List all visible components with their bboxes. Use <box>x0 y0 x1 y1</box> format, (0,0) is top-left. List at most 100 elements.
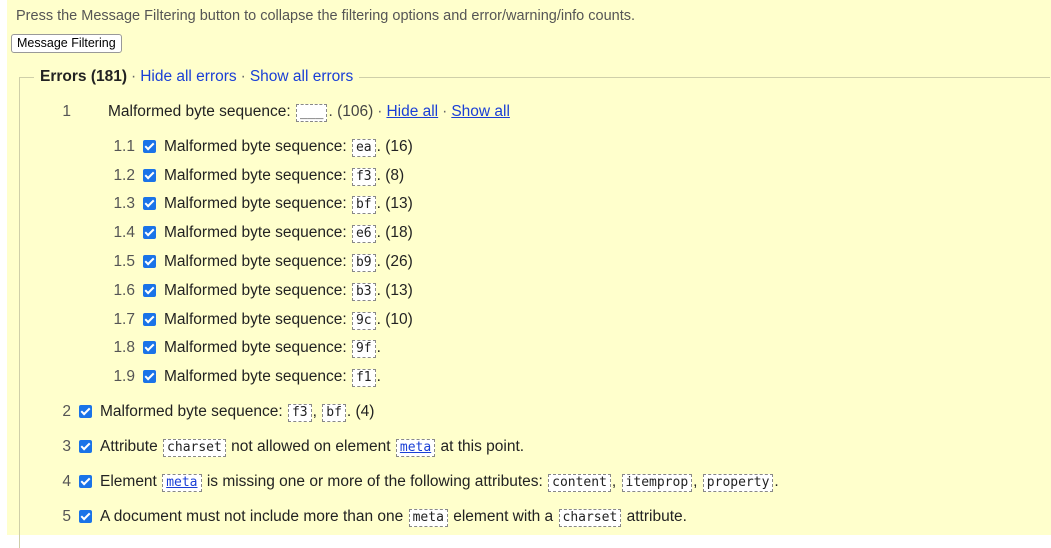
code-snippet: 9c <box>351 312 376 330</box>
code-snippet: ___ <box>295 104 328 122</box>
item-checkbox[interactable] <box>143 169 156 182</box>
comma: , <box>693 473 698 490</box>
item-number: 1.5 <box>113 253 135 270</box>
item-checkbox[interactable] <box>143 370 156 383</box>
code-snippet: 9f <box>351 340 376 358</box>
message-text: Malformed byte sequence: <box>164 339 347 356</box>
period: . <box>774 473 779 490</box>
error-subitem: 1.8 Malformed byte sequence: 9f. <box>0 337 381 359</box>
code-snippet: charset <box>558 509 622 527</box>
item-checkbox[interactable] <box>79 510 92 523</box>
item-checkbox[interactable] <box>143 140 156 153</box>
code-snippet: e6 <box>351 225 376 243</box>
message-count: . (106) <box>328 103 374 120</box>
item-checkbox[interactable] <box>143 313 156 326</box>
message-count: . (10) <box>376 311 413 328</box>
item-checkbox[interactable] <box>79 405 92 418</box>
error-item-3: 3 Attribute charset not allowed on elemen… <box>0 436 524 458</box>
code-snippet: charset <box>163 439 226 457</box>
message-count: . <box>376 339 381 356</box>
error-subitem: 1.6 Malformed byte sequence: b3. (13) <box>0 280 413 302</box>
item-checkbox[interactable] <box>143 255 156 268</box>
item-number: 2 <box>62 403 71 420</box>
item-number: 1.1 <box>113 138 135 155</box>
code-snippet: bf <box>322 404 346 422</box>
code-snippet: itemprop <box>621 474 693 492</box>
message-text: not allowed on element <box>231 438 391 455</box>
separator: · <box>131 68 137 85</box>
message-text: Malformed byte sequence: <box>164 224 347 241</box>
item-checkbox[interactable] <box>143 284 156 297</box>
message-text: Malformed byte sequence: <box>164 368 347 385</box>
element-link[interactable]: meta <box>395 439 436 457</box>
item-checkbox[interactable] <box>143 226 156 239</box>
message-text: Malformed byte sequence: <box>100 403 283 420</box>
show-all-errors-link[interactable]: Show all errors <box>250 68 353 85</box>
item-number: 1.7 <box>113 311 135 328</box>
message-text: is missing one or more of the following … <box>206 473 543 490</box>
item-number: 3 <box>62 438 71 455</box>
message-text: Malformed byte sequence: <box>164 253 347 270</box>
error-subitem: 1.7 Malformed byte sequence: 9c. (10) <box>0 309 413 331</box>
errors-legend: Errors (181) · Hide all errors · Show all er… <box>34 67 360 87</box>
message-text: Element <box>100 473 157 490</box>
message-text: Malformed byte sequence: <box>164 138 347 155</box>
item-number: 5 <box>62 508 71 525</box>
code-snippet: meta <box>408 509 448 527</box>
hide-all-link[interactable]: Hide all <box>386 103 438 120</box>
error-subitem: 1.9 Malformed byte sequence: f1. <box>0 366 381 388</box>
item-checkbox[interactable] <box>79 475 92 488</box>
message-text: attribute. <box>626 508 687 525</box>
code-snippet: bf <box>351 196 376 214</box>
code-snippet: ea <box>351 139 376 157</box>
message-text: Attribute <box>100 438 158 455</box>
errors-title: Errors (181) <box>40 68 128 85</box>
message-text: Malformed byte sequence: <box>164 167 347 184</box>
message-count: . (13) <box>376 195 413 212</box>
error-subitem: 1.3 Malformed byte sequence: bf. (13) <box>0 193 413 215</box>
error-item-2: 2 Malformed byte sequence: f3, bf. (4) <box>0 401 374 423</box>
item-number: 1.9 <box>113 368 135 385</box>
show-all-link[interactable]: Show all <box>451 103 510 120</box>
hide-all-errors-link[interactable]: Hide all errors <box>140 68 236 85</box>
error-subitem: 1.2 Malformed byte sequence: f3. (8) <box>0 165 404 187</box>
element-link[interactable]: meta <box>162 474 202 492</box>
code-snippet: b9 <box>351 254 376 272</box>
comma: , <box>611 473 617 490</box>
message-count: . (18) <box>376 224 413 241</box>
item-checkbox[interactable] <box>143 197 156 210</box>
message-text: Malformed byte sequence: <box>164 195 347 212</box>
error-item-4: 4 Element meta is missing one or more of … <box>0 471 779 493</box>
separator: · <box>377 103 383 120</box>
message-text: element with a <box>453 508 554 525</box>
message-count: . <box>376 368 381 385</box>
comma: , <box>312 403 317 420</box>
message-text: A document must not include more than on… <box>100 508 404 525</box>
code-snippet: f1 <box>351 369 376 387</box>
message-text: at this point. <box>440 438 525 455</box>
message-text: Malformed byte sequence: <box>164 282 347 299</box>
item-number: 1.3 <box>113 195 135 212</box>
item-number: 1 <box>62 103 71 120</box>
message-count: . (16) <box>376 138 413 155</box>
code-snippet: f3 <box>287 404 312 422</box>
code-snippet: content <box>548 474 611 492</box>
error-group-1: 1 Malformed byte sequence: ___. (106) · Hid… <box>0 101 510 123</box>
item-checkbox[interactable] <box>79 440 92 453</box>
item-number: 4 <box>62 473 71 490</box>
code-snippet: property <box>702 474 774 492</box>
message-count: . (4) <box>346 403 375 420</box>
item-number: 1.8 <box>113 339 135 356</box>
message-filtering-button[interactable]: Message Filtering <box>11 34 122 53</box>
item-number: 1.6 <box>113 282 135 299</box>
error-subitem: 1.4 Malformed byte sequence: e6. (18) <box>0 222 413 244</box>
error-subitem: 1.1 Malformed byte sequence: ea. (16) <box>0 136 413 158</box>
message-text: Malformed byte sequence: <box>108 103 291 120</box>
separator: · <box>240 68 246 85</box>
error-subitem: 1.5 Malformed byte sequence: b9. (26) <box>0 251 413 273</box>
item-number: 1.4 <box>113 224 135 241</box>
intro-text: Press the Message Filtering button to co… <box>16 8 636 24</box>
message-count: . (8) <box>376 167 405 184</box>
code-snippet: b3 <box>351 283 376 301</box>
item-checkbox[interactable] <box>143 341 156 354</box>
